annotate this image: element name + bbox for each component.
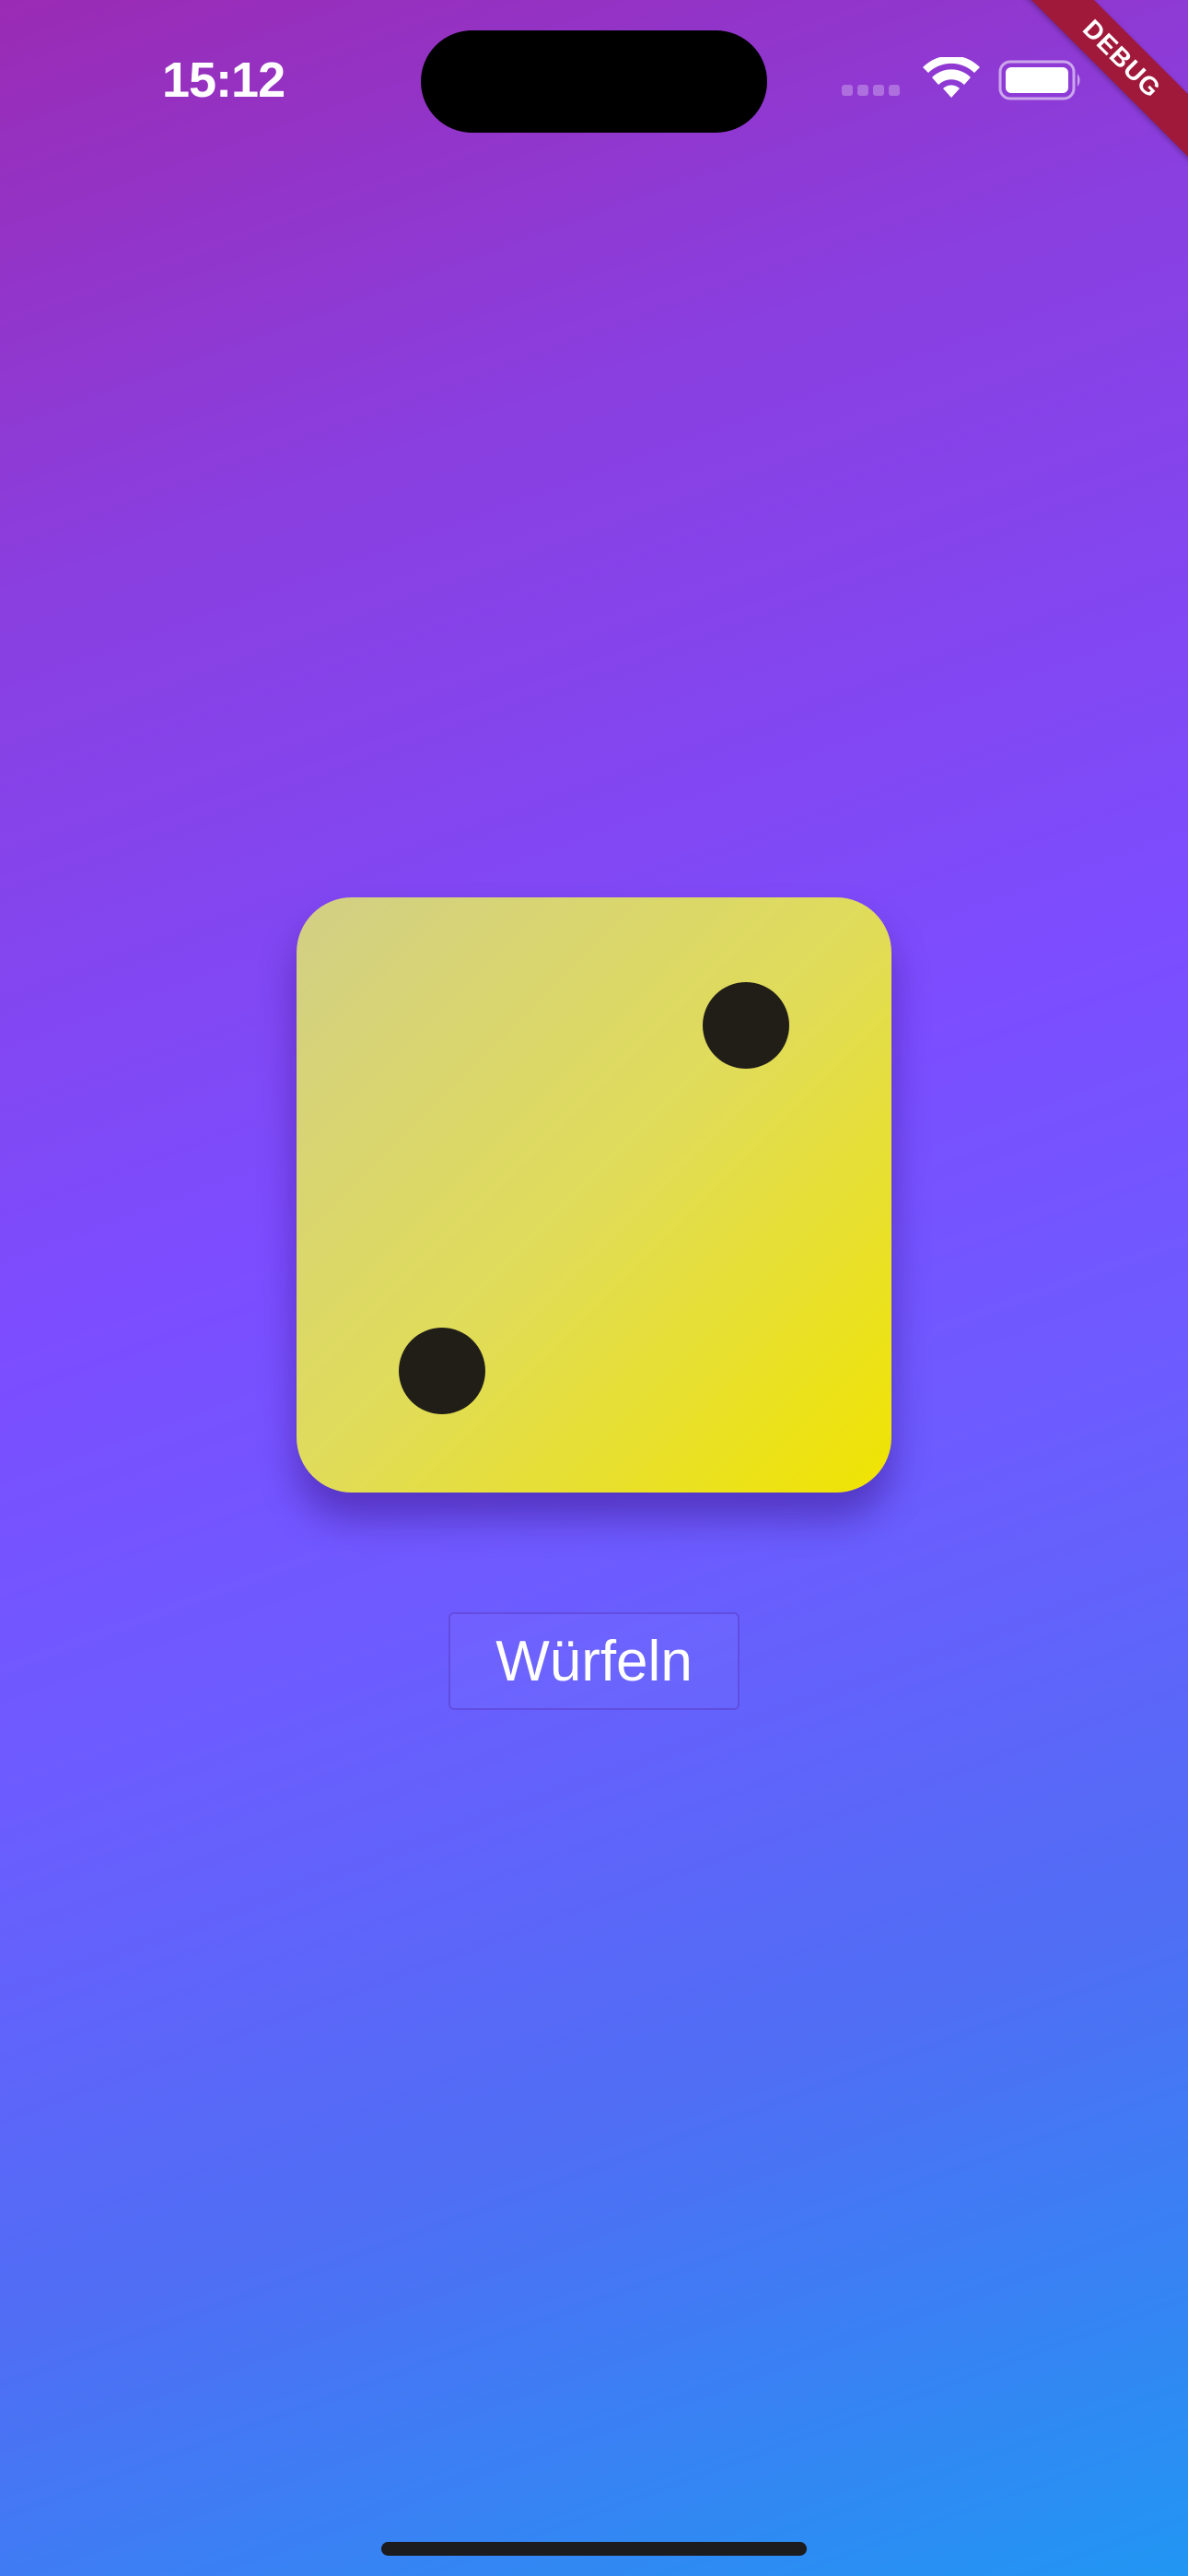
- debug-banner-label: DEBUG: [1007, 0, 1188, 173]
- home-indicator[interactable]: [381, 2542, 807, 2556]
- debug-banner: DEBUG: [1004, 0, 1188, 184]
- dynamic-island: [421, 30, 767, 133]
- die-face: [297, 897, 891, 1493]
- wifi-icon: [923, 57, 980, 98]
- status-bar-time: 15:12: [162, 53, 285, 108]
- cellular-signal-icon: [842, 85, 906, 100]
- die-pip-bottom-left: [399, 1328, 485, 1414]
- roll-dice-button[interactable]: Würfeln: [448, 1612, 740, 1710]
- die-pip-top-right: [703, 982, 789, 1069]
